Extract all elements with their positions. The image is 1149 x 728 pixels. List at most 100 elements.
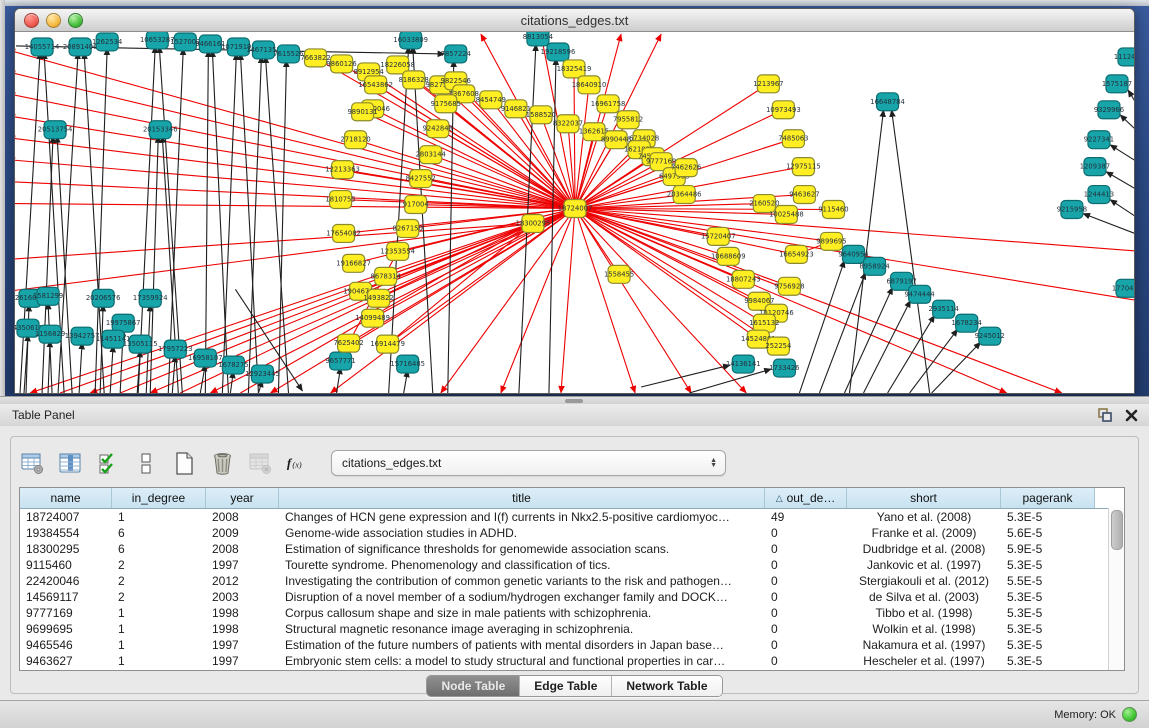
close-window-button[interactable]: [24, 13, 39, 28]
graph-node-teal[interactable]: 9215958: [1057, 201, 1087, 219]
graph-node-yellow[interactable]: 19166827: [336, 254, 371, 272]
graph-node-teal[interactable]: 12923445: [245, 365, 280, 383]
graph-node-teal[interactable]: 1575187: [1102, 75, 1132, 93]
graph-node-yellow[interactable]: 252254: [765, 337, 791, 355]
graph-node-teal[interactable]: 1678234: [952, 314, 982, 332]
graph-node-teal[interactable]: 20513754: [38, 121, 73, 139]
citation-network-canvas[interactable]: 1405571420891406126253410653287152700294…: [15, 32, 1134, 393]
table-row[interactable]: 1830029562008Estimation of significance …: [20, 541, 1124, 557]
show-columns-icon[interactable]: [57, 450, 83, 476]
graph-node-teal[interactable]: 1770453: [1112, 279, 1134, 297]
table-row[interactable]: 946554611997Estimation of the future num…: [20, 637, 1124, 653]
graph-node-yellow[interactable]: 8186328: [399, 71, 429, 89]
tab-network-table[interactable]: Network Table: [612, 676, 721, 696]
minimize-window-button[interactable]: [46, 13, 61, 28]
graph-node-teal[interactable]: 20153346: [143, 121, 178, 139]
function-builder-icon[interactable]: f (x): [285, 450, 311, 476]
graph-node-yellow[interactable]: 12975115: [786, 158, 821, 176]
graph-node-yellow[interactable]: 1558455: [604, 265, 634, 283]
column-header-short[interactable]: short: [847, 488, 1001, 508]
graph-node-yellow[interactable]: 10688609: [711, 247, 746, 265]
column-header-in_degree[interactable]: in_degree: [112, 488, 206, 508]
graph-node-yellow[interactable]: 7485063: [778, 130, 808, 148]
graph-node-yellow[interactable]: 9242848: [423, 120, 453, 138]
graph-node-yellow[interactable]: 9463627: [789, 186, 819, 204]
graph-node-teal[interactable]: 13942757: [65, 327, 100, 345]
graph-node-yellow[interactable]: 17654082: [326, 224, 361, 242]
graph-node-yellow[interactable]: 12353554: [380, 242, 415, 260]
table-settings-icon[interactable]: [19, 450, 45, 476]
new-table-icon[interactable]: [171, 450, 197, 476]
column-header-pagerank[interactable]: pagerank: [1001, 488, 1095, 508]
column-header-year[interactable]: year: [206, 488, 279, 508]
table-row[interactable]: 911546021997Tourette syndrome. Phenomeno…: [20, 557, 1124, 573]
graph-node-teal[interactable]: 9474444: [904, 285, 934, 303]
graph-node-teal[interactable]: 16033809: [393, 32, 428, 49]
graph-node-yellow[interactable]: 18325419: [557, 60, 592, 78]
graph-node-yellow[interactable]: 9890131: [347, 103, 377, 121]
table-select-dropdown[interactable]: citations_edges.txt ▲▼: [331, 450, 726, 476]
network-window-titlebar[interactable]: citations_edges.txt: [15, 9, 1134, 32]
graph-node-yellow[interactable]: 9756928: [774, 277, 804, 295]
table-row[interactable]: 946362711997Embryonic stem cells: a mode…: [20, 653, 1124, 669]
graph-node-teal[interactable]: 7615526: [273, 45, 303, 63]
graph-node-teal[interactable]: 19975867: [106, 314, 141, 332]
graph-node-yellow[interactable]: 7462626: [671, 159, 701, 177]
graph-node-yellow[interactable]: 18640910: [572, 76, 607, 94]
graph-node-yellow[interactable]: 9115460: [818, 201, 848, 219]
graph-node-yellow[interactable]: 9860126: [326, 55, 356, 73]
graph-node-teal[interactable]: 16648784: [870, 93, 905, 111]
close-panel-icon[interactable]: [1123, 407, 1139, 423]
graph-node-teal[interactable]: 8958924: [859, 257, 889, 275]
zoom-window-button[interactable]: [68, 13, 83, 28]
graph-node-yellow[interactable]: 7625402: [333, 334, 363, 352]
delete-table-icon[interactable]: [209, 450, 235, 476]
graph-node-teal[interactable]: 1156829: [35, 325, 65, 343]
graph-node-yellow[interactable]: 12213363: [325, 161, 360, 179]
graph-node-yellow[interactable]: 9175685: [431, 95, 461, 113]
graph-node-teal[interactable]: 9227341: [1084, 131, 1114, 149]
network-graph[interactable]: 1405571420891406126253410653287152700294…: [15, 32, 1134, 393]
table-row[interactable]: 969969511998Structural magnetic resonanc…: [20, 621, 1124, 637]
graph-node-teal[interactable]: 14136141: [726, 355, 761, 373]
graph-node-yellow[interactable]: 9899695: [816, 232, 846, 250]
graph-node-yellow[interactable]: 8678314: [371, 267, 401, 285]
column-header-title[interactable]: title: [279, 488, 765, 508]
graph-node-teal[interactable]: 1262534: [92, 33, 122, 51]
graph-node-teal[interactable]: 9657771: [325, 352, 355, 370]
delete-column-icon[interactable]: [247, 450, 273, 476]
graph-node-teal[interactable]: 9329966: [1094, 101, 1124, 119]
deselect-all-icon[interactable]: [133, 450, 159, 476]
tab-edge-table[interactable]: Edge Table: [520, 676, 612, 696]
column-header-out_de[interactable]: △out_de…: [765, 488, 847, 508]
graph-node-yellow[interactable]: 16654923: [779, 245, 814, 263]
table-row[interactable]: 1938455462009Genome-wide association stu…: [20, 525, 1124, 541]
graph-node-yellow[interactable]: 16914479: [370, 335, 405, 353]
graph-node-teal[interactable]: 1733426: [769, 359, 799, 377]
graph-node-teal[interactable]: 7857224: [441, 45, 471, 63]
graph-node-yellow[interactable]: 1588520: [526, 106, 556, 124]
graph-node-teal[interactable]: 1112453: [1114, 48, 1134, 66]
graph-node-yellow[interactable]: 1213967: [753, 75, 783, 93]
graph-node-teal[interactable]: 1244413: [1084, 186, 1114, 204]
scrollbar-thumb[interactable]: [1111, 510, 1123, 550]
graph-node-teal[interactable]: 15716485: [390, 355, 425, 373]
table-row[interactable]: 1872400712008Changes of HCN gene express…: [20, 509, 1124, 525]
graph-node-yellow[interactable]: 16961758: [591, 95, 626, 113]
graph-node-teal[interactable]: 9245012: [975, 327, 1005, 345]
graph-node-teal[interactable]: 1209387: [1080, 158, 1110, 176]
graph-node-yellow[interactable]: 7955812: [613, 111, 643, 129]
table-row[interactable]: 977716911998Corpus callosum shape and si…: [20, 605, 1124, 621]
graph-node-yellow[interactable]: 1615132: [749, 314, 779, 332]
graph-node-yellow[interactable]: 1810755: [325, 191, 355, 209]
select-all-icon[interactable]: [95, 450, 121, 476]
graph-node-teal[interactable]: 1678275: [218, 356, 248, 374]
table-row[interactable]: 1456911722003Disruption of a novel membe…: [20, 589, 1124, 605]
graph-node-teal[interactable]: 2935114: [929, 300, 959, 318]
graph-node-yellow[interactable]: 1493822: [364, 289, 394, 307]
graph-node-yellow[interactable]: 8427552: [406, 170, 436, 188]
graph-node-yellow[interactable]: 2803144: [416, 146, 446, 164]
graph-node-teal[interactable]: 14055714: [25, 38, 60, 56]
graph-node-teal[interactable]: 1581299: [33, 287, 63, 305]
column-header-name[interactable]: name: [20, 488, 112, 508]
